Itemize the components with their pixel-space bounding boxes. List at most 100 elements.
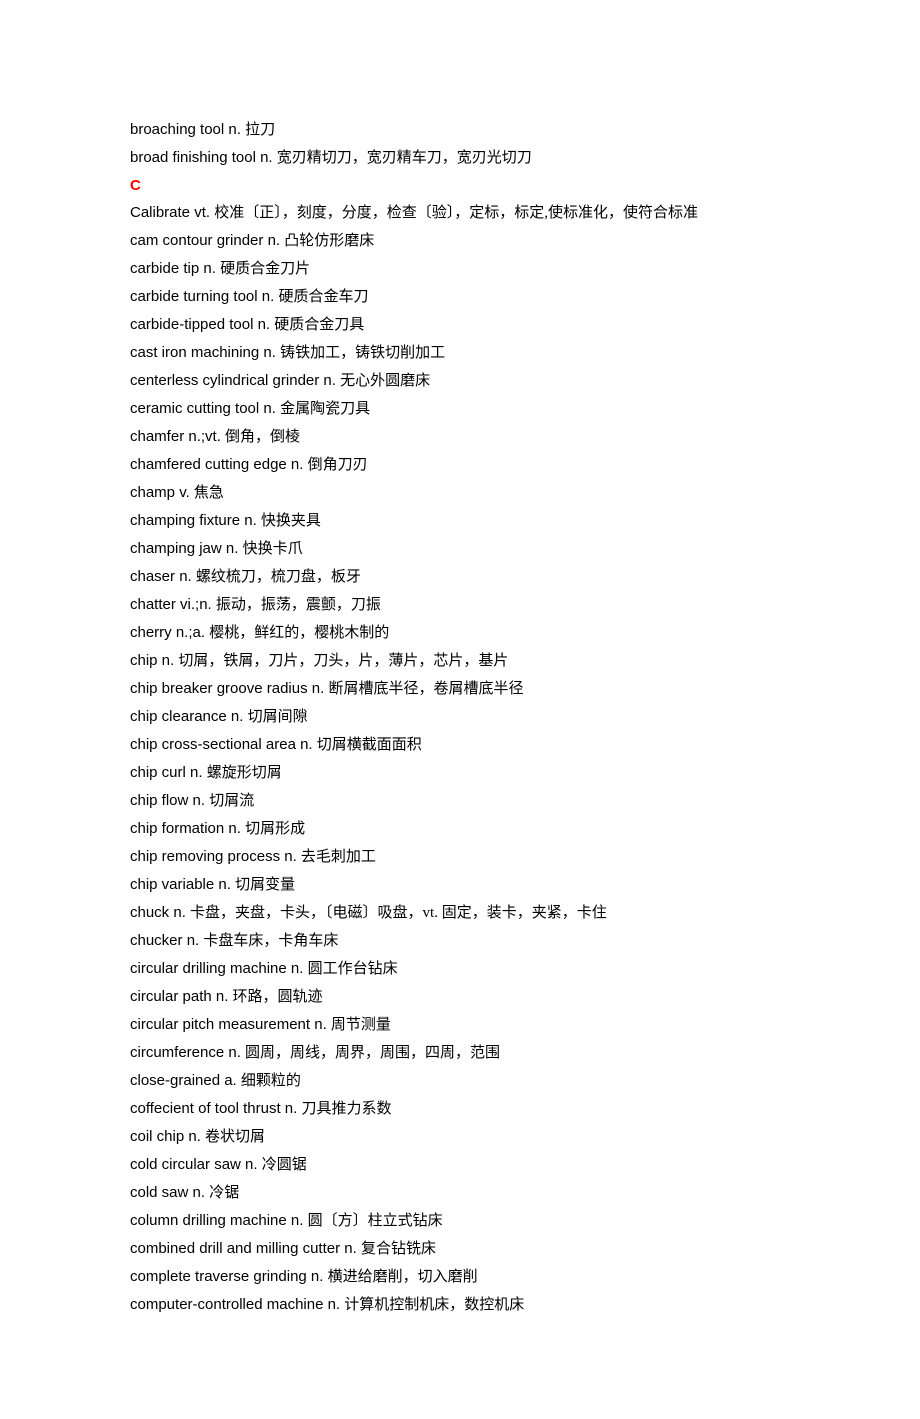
definition: 周节测量: [331, 1017, 391, 1033]
term: chamfer n.;vt.: [130, 428, 225, 445]
glossary-entry: circular pitch measurement n. 周节测量: [130, 1011, 790, 1039]
term: broaching tool n.: [130, 121, 245, 138]
glossary-entry: carbide-tipped tool n. 硬质合金刀具: [130, 311, 790, 339]
glossary-entry: chucker n. 卡盘车床，卡角车床: [130, 927, 790, 955]
term: chip removing process n.: [130, 848, 301, 865]
document-page: broaching tool n. 拉刀broad finishing tool…: [0, 0, 920, 1419]
term: carbide turning tool n.: [130, 288, 278, 305]
term: chip flow n.: [130, 792, 209, 809]
definition: 螺旋形切屑: [207, 765, 282, 781]
term: chip breaker groove radius n.: [130, 680, 328, 697]
term: chip clearance n.: [130, 708, 248, 725]
term: chip cross-sectional area n.: [130, 736, 317, 753]
definition: 螺纹梳刀，梳刀盘，板牙: [196, 569, 361, 585]
definition: 焦急: [194, 485, 224, 501]
glossary-entry: carbide tip n. 硬质合金刀片: [130, 255, 790, 283]
glossary-entry: circular drilling machine n. 圆工作台钻床: [130, 955, 790, 983]
glossary-entry: centerless cylindrical grinder n. 无心外圆磨床: [130, 367, 790, 395]
term: computer-controlled machine n.: [130, 1296, 344, 1313]
definition: 去毛刺加工: [301, 849, 376, 865]
term: carbide tip n.: [130, 260, 220, 277]
glossary-entry: Calibrate vt. 校准〔正〕，刻度，分度，检查〔验〕，定标，标定,使标…: [130, 199, 790, 227]
definition: 拉刀: [245, 122, 275, 138]
term: chatter vi.;n.: [130, 596, 216, 613]
term: cast iron machining n.: [130, 344, 280, 361]
glossary-entry: champ v. 焦急: [130, 479, 790, 507]
section-heading: C: [130, 172, 790, 199]
glossary-entry: coil chip n. 卷状切屑: [130, 1123, 790, 1151]
glossary-entry: chip removing process n. 去毛刺加工: [130, 843, 790, 871]
term: chip curl n.: [130, 764, 207, 781]
term: chip n.: [130, 652, 178, 669]
term: circular path n.: [130, 988, 233, 1005]
definition: 校准〔正〕，刻度，分度，检查〔验〕，定标，标定,使标准化，使符合标准: [214, 205, 698, 221]
definition: 横进给磨削，切入磨削: [328, 1269, 478, 1285]
term: chip variable n.: [130, 876, 235, 893]
glossary-entry: combined drill and milling cutter n. 复合钻…: [130, 1235, 790, 1263]
definition: 卷状切屑: [205, 1129, 265, 1145]
definition: 倒角刀刃: [308, 457, 368, 473]
glossary-entry: circular path n. 环路，圆轨迹: [130, 983, 790, 1011]
glossary-entry: cherry n.;a. 樱桃，鲜红的，樱桃木制的: [130, 619, 790, 647]
glossary-entry: cold saw n. 冷锯: [130, 1179, 790, 1207]
term: complete traverse grinding n.: [130, 1268, 328, 1285]
definition: 切屑变量: [235, 877, 295, 893]
glossary-entry: carbide turning tool n. 硬质合金车刀: [130, 283, 790, 311]
term: Calibrate vt.: [130, 204, 214, 221]
glossary-entry: chatter vi.;n. 振动，振荡，震颤，刀振: [130, 591, 790, 619]
glossary-entry: chip n. 切屑，铁屑，刀片，刀头，片，薄片，芯片，基片: [130, 647, 790, 675]
definition: 硬质合金刀具: [274, 317, 364, 333]
definition: 樱桃，鲜红的，樱桃木制的: [209, 625, 389, 641]
term: champ v.: [130, 484, 194, 501]
term: cam contour grinder n.: [130, 232, 284, 249]
term: coil chip n.: [130, 1128, 205, 1145]
definition: 切屑，铁屑，刀片，刀头，片，薄片，芯片，基片: [178, 653, 508, 669]
glossary-entry: champing fixture n. 快换夹具: [130, 507, 790, 535]
term: column drilling machine n.: [130, 1212, 308, 1229]
definition: 振动，振荡，震颤，刀振: [216, 597, 381, 613]
glossary-entry: computer-controlled machine n. 计算机控制机床，数…: [130, 1291, 790, 1319]
glossary-entry: champing jaw n. 快换卡爪: [130, 535, 790, 563]
glossary-entry: ceramic cutting tool n. 金属陶瓷刀具: [130, 395, 790, 423]
glossary-entry: broad finishing tool n. 宽刃精切刀，宽刃精车刀，宽刃光切…: [130, 144, 790, 172]
glossary-entry: chuck n. 卡盘，夹盘，卡头，〔电磁〕吸盘，vt. 固定，装卡，夹紧，卡住: [130, 899, 790, 927]
glossary-entry: chip breaker groove radius n. 断屑槽底半径，卷屑槽…: [130, 675, 790, 703]
definition: 冷锯: [209, 1185, 239, 1201]
definition: 硬质合金刀片: [220, 261, 310, 277]
definition: 宽刃精切刀，宽刃精车刀，宽刃光切刀: [277, 150, 532, 166]
glossary-entry: cast iron machining n. 铸铁加工，铸铁切削加工: [130, 339, 790, 367]
term: cold saw n.: [130, 1184, 209, 1201]
term: carbide-tipped tool n.: [130, 316, 274, 333]
definition: 硬质合金车刀: [278, 289, 368, 305]
term: cherry n.;a.: [130, 624, 209, 641]
definition: 金属陶瓷刀具: [280, 401, 370, 417]
term: chuck n.: [130, 904, 190, 921]
term: circumference n.: [130, 1044, 245, 1061]
definition: 圆工作台钻床: [308, 961, 398, 977]
term: combined drill and milling cutter n.: [130, 1240, 361, 1257]
definition: 切屑横截面面积: [317, 737, 422, 753]
definition: 冷圆锯: [262, 1157, 307, 1173]
term: circular drilling machine n.: [130, 960, 308, 977]
term: circular pitch measurement n.: [130, 1016, 331, 1033]
term: coffecient of tool thrust n.: [130, 1100, 302, 1117]
definition: 细颗粒的: [241, 1073, 301, 1089]
glossary-entry: close-grained a. 细颗粒的: [130, 1067, 790, 1095]
glossary-entry: chip clearance n. 切屑间隙: [130, 703, 790, 731]
definition: 快换卡爪: [243, 541, 303, 557]
definition: 卡盘车床，卡角车床: [203, 933, 338, 949]
definition: 卡盘，夹盘，卡头，〔电磁〕吸盘，vt. 固定，装卡，夹紧，卡住: [190, 905, 607, 921]
definition: 计算机控制机床，数控机床: [344, 1297, 524, 1313]
glossary-entry: broaching tool n. 拉刀: [130, 116, 790, 144]
glossary-entry: circumference n. 圆周，周线，周界，周围，四周，范围: [130, 1039, 790, 1067]
definition: 圆〔方〕柱立式钻床: [308, 1213, 443, 1229]
glossary-entry: coffecient of tool thrust n. 刀具推力系数: [130, 1095, 790, 1123]
term: champing fixture n.: [130, 512, 261, 529]
glossary-entry: cam contour grinder n. 凸轮仿形磨床: [130, 227, 790, 255]
term: close-grained a.: [130, 1072, 241, 1089]
term: ceramic cutting tool n.: [130, 400, 280, 417]
definition: 圆周，周线，周界，周围，四周，范围: [245, 1045, 500, 1061]
glossary-entry: chaser n. 螺纹梳刀，梳刀盘，板牙: [130, 563, 790, 591]
term: cold circular saw n.: [130, 1156, 262, 1173]
definition: 无心外圆磨床: [340, 373, 430, 389]
